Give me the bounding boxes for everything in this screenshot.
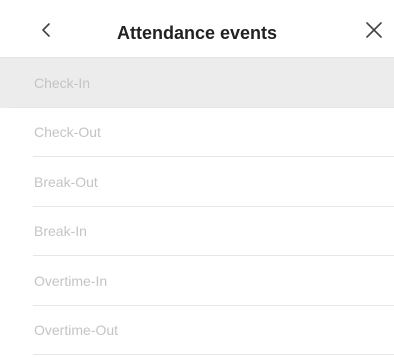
close-button[interactable] xyxy=(360,16,388,44)
divider xyxy=(33,354,394,355)
list-item-overtime-out[interactable]: Overtime-Out xyxy=(0,306,394,355)
list-item-label: Check-Out xyxy=(34,124,101,141)
list-item-overtime-in[interactable]: Overtime-In xyxy=(0,256,394,306)
list-item-check-out[interactable]: Check-Out xyxy=(0,108,394,157)
attendance-events-screen: Attendance events Check-In Check-Out Bre… xyxy=(0,0,394,358)
list-item-label: Overtime-Out xyxy=(34,322,119,339)
list-item-break-in[interactable]: Break-In xyxy=(0,207,394,256)
back-button[interactable] xyxy=(30,14,62,46)
attendance-events-list: Check-In Check-Out Break-Out Break-In Ov… xyxy=(0,58,394,355)
close-icon xyxy=(366,22,382,38)
header-bar: Attendance events xyxy=(0,0,394,58)
list-item-label: Break-Out xyxy=(34,173,98,190)
list-item-label: Break-In xyxy=(34,223,87,240)
list-item-label: Check-In xyxy=(34,74,91,91)
list-item-label: Overtime-In xyxy=(34,272,108,289)
list-item-check-in[interactable]: Check-In xyxy=(0,58,394,108)
list-item-break-out[interactable]: Break-Out xyxy=(0,157,394,207)
chevron-left-icon xyxy=(42,23,50,37)
